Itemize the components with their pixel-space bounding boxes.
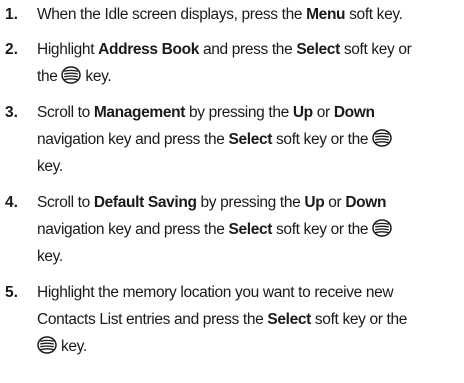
text-run: key. <box>37 158 63 175</box>
text-run: Scroll to <box>37 104 94 121</box>
text-run: key. <box>81 68 112 85</box>
key-term: Select <box>228 131 273 148</box>
text-run: or <box>324 194 346 211</box>
step-text: Scroll to Default Saving by pressing the… <box>37 189 461 270</box>
step-line: the key. <box>37 63 461 90</box>
ok-key-icon <box>372 219 392 237</box>
text-run: by pressing the <box>196 194 305 211</box>
ok-key-icon <box>372 129 392 147</box>
step-line: Contacts List entries and press the Sele… <box>37 306 461 333</box>
step-number: 4. <box>5 194 18 211</box>
step-line: navigation key and press the Select soft… <box>37 216 461 243</box>
key-term: Address Book <box>98 41 200 58</box>
step-number: 5. <box>5 284 18 301</box>
ok-key-icon <box>37 336 57 354</box>
step-line: navigation key and press the Select soft… <box>37 126 461 153</box>
step-text: Scroll to Management by pressing the Up … <box>37 99 461 180</box>
step-line: key. <box>37 153 461 180</box>
step-line: Highlight the memory location you want t… <box>37 279 461 306</box>
step-line: Highlight Address Book and press the Sel… <box>37 36 461 63</box>
key-term: Select <box>228 221 273 238</box>
step-text: Highlight Address Book and press the Sel… <box>37 36 461 90</box>
ok-key-icon <box>61 66 82 84</box>
key-term: Up <box>292 104 313 121</box>
text-run: by pressing the <box>185 104 293 121</box>
text-run: soft key or the <box>272 221 373 238</box>
text-run: key. <box>57 338 87 355</box>
text-run: Highlight the memory location you want t… <box>37 284 394 301</box>
step-line: key. <box>37 333 461 360</box>
step-line: key. <box>37 243 461 270</box>
step-line: When the Idle screen displays, press the… <box>37 1 461 28</box>
step-text: When the Idle screen displays, press the… <box>37 1 461 28</box>
text-run: Highlight <box>37 41 99 58</box>
text-run: Scroll to <box>37 194 94 211</box>
step-number: 3. <box>5 104 18 121</box>
key-term: Default Saving <box>93 194 197 211</box>
text-run: navigation key and press the <box>37 131 229 148</box>
text-run: or <box>312 104 334 121</box>
step-line: Scroll to Management by pressing the Up … <box>37 99 461 126</box>
key-term: Management <box>93 104 186 121</box>
step-text: Highlight the memory location you want t… <box>37 279 461 360</box>
text-run: and press the <box>199 41 297 58</box>
key-term: Down <box>333 104 375 121</box>
key-term: Select <box>267 311 311 328</box>
key-term: Select <box>296 41 340 58</box>
text-run: Contacts List entries and press the <box>37 311 268 328</box>
key-term: Menu <box>306 6 346 23</box>
step-number: 1. <box>5 6 18 23</box>
text-run: navigation key and press the <box>37 221 229 238</box>
text-run: When the Idle screen displays, press the <box>37 6 307 23</box>
text-run: soft key or <box>339 41 412 58</box>
step-number: 2. <box>5 41 18 58</box>
key-term: Up <box>304 194 325 211</box>
text-run: soft key or the <box>272 131 373 148</box>
text-run: the <box>37 68 62 85</box>
step-line: Scroll to Default Saving by pressing the… <box>37 189 461 216</box>
text-run: key. <box>37 248 63 265</box>
text-run: soft key. <box>345 6 403 23</box>
text-run: soft key or the <box>310 311 408 328</box>
key-term: Down <box>345 194 387 211</box>
